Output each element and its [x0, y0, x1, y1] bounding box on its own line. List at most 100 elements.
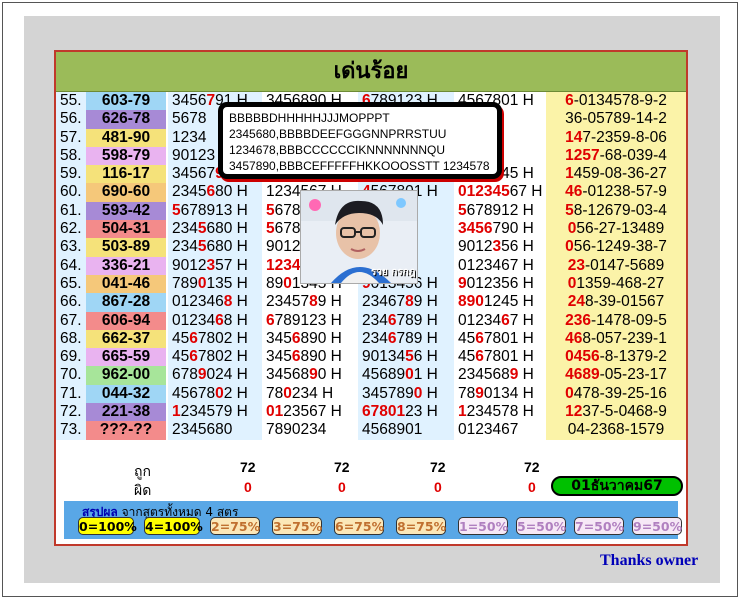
highlight-digits: 6: [475, 329, 484, 347]
digits: -1478-09-5: [591, 311, 667, 329]
summary-panel: สรุปผล จากสูตรทั้งหมด 4 สูตร 0=100% 4=100…: [64, 501, 682, 539]
highlight-digits: 012345: [458, 183, 510, 201]
summary-cell: 4689-05-23-17: [546, 366, 686, 385]
highlight-digits: 12: [266, 256, 284, 274]
highlight-digits: 8: [582, 366, 592, 384]
formula-cell-f3: 2346789 H: [358, 329, 456, 349]
highlight-digits: 3: [206, 256, 216, 274]
formula-cell-f4: 4567801 H: [454, 329, 552, 349]
digits: 2345: [172, 183, 207, 201]
result-number: 503-89: [86, 238, 166, 257]
highlight-digits: 890: [458, 293, 484, 311]
highlight-digits: 12: [565, 146, 583, 164]
formula-cell-f1: 0123468 H: [168, 293, 264, 312]
formula-cell-f1: 4567802 H: [168, 329, 264, 349]
row-number: 62.: [56, 220, 90, 239]
highlight-digits: 5: [565, 201, 574, 219]
result-number: ???-??: [86, 421, 166, 440]
highlight-digits: 6: [206, 183, 216, 201]
digits: 234: [362, 329, 388, 347]
summary-cell: 248-39-01567: [546, 293, 686, 312]
highlight-digits: 6: [189, 348, 198, 366]
row-number: 57.: [56, 128, 90, 147]
highlight-digits: 6: [189, 329, 198, 347]
digits: 0123467: [458, 421, 519, 439]
summary-cell: 04-2368-1579: [546, 421, 686, 440]
digits: 678: [172, 366, 198, 384]
score-area: ถูก ผิด 72 72 72 72 0 0 0 0 01ธันวาคม67: [56, 459, 686, 499]
highlight-digits: 0: [197, 274, 207, 292]
highlight-digits: 5: [172, 201, 181, 219]
highlight-digits: 6: [582, 311, 592, 329]
digits: 9012: [172, 256, 207, 274]
digits: 0134 H: [483, 384, 534, 402]
summary-cell: 1237-5-0468-9: [546, 403, 686, 422]
highlight-digits: 6: [291, 329, 301, 347]
highlight-digits: 23: [565, 311, 583, 329]
highlight-digits: 1: [565, 128, 574, 146]
highlight-digits: 9: [309, 366, 318, 384]
digits: 234: [362, 311, 388, 329]
digits: 7890234: [266, 421, 327, 439]
digits: 7802 H: [197, 329, 248, 347]
row-number: 64.: [56, 256, 90, 275]
digits: 680 H: [206, 238, 248, 256]
formula-cell-f1: 4567802 H: [168, 384, 264, 404]
digits: 45: [458, 329, 476, 347]
miss-count-4: 0: [528, 479, 536, 495]
table-row: 70. 962-00 6789024 H 3456890 H 4568901 H 2345…: [56, 366, 686, 385]
digits: 345: [266, 348, 292, 366]
date-badge: 01ธันวาคม67: [551, 476, 683, 496]
highlight-digits: 1: [458, 403, 467, 421]
highlight-digits: 8: [405, 293, 414, 311]
digits: 34567: [172, 165, 216, 183]
row-number: 55.: [56, 92, 90, 111]
formula-cell-f1: 7890135 H: [168, 274, 264, 294]
formula-cell-f1: 6789024 H: [168, 366, 264, 385]
highlight-digits: 6: [387, 329, 397, 347]
formula-cell-f1: 5678913 H: [168, 201, 264, 221]
miss-count-3: 0: [434, 479, 442, 495]
digits: 34568: [266, 366, 310, 384]
hit-count-4: 72: [524, 459, 540, 475]
popup-line: 3457890,BBBCEFFFFFHKKOOOSSTT 1234578: [229, 159, 490, 173]
result-number: 221-38: [86, 403, 166, 422]
highlight-digits: 6: [475, 348, 484, 366]
summary-chip: 5=50%: [516, 517, 567, 535]
result-number: 044-32: [86, 384, 166, 404]
summary-cell: 6-0134578-9-2: [546, 92, 686, 111]
digits: 01234: [172, 311, 216, 329]
summary-chip: 9=50%: [632, 517, 683, 535]
board-title: เด่นร้อย: [56, 52, 686, 92]
digits: 2 H: [223, 384, 248, 402]
formula-cell-f4: 8901245 H: [454, 293, 552, 312]
digits: H: [518, 366, 534, 384]
digits: 45: [172, 329, 190, 347]
row-number: 67.: [56, 311, 90, 330]
summary-cell: 056-1249-38-7: [546, 238, 686, 257]
formula-cell-f1: 2345680 H: [168, 238, 264, 257]
digits: 234: [172, 238, 198, 256]
highlight-digits: 9: [458, 274, 467, 292]
digits: 789: [172, 274, 198, 292]
summary-chip: 0=100%: [78, 517, 137, 535]
formula-cell-f4: 5678912 H: [454, 201, 552, 221]
highlight-digits: 5: [197, 238, 207, 256]
table-row: 71. 044-32 4567802 H 780234 H 3457890 H 78901…: [56, 384, 686, 404]
summary-cell: 46-01238-57-9: [546, 183, 686, 202]
formula-cell-f1: 2345680: [168, 421, 264, 440]
digits: 56-1249-38-7: [573, 238, 667, 256]
summary-chip: 2=75%: [210, 517, 261, 535]
digits: 9012: [266, 238, 301, 256]
popup-line: 2345680,BBBBDEEFGGGNNPRRSTUU: [229, 127, 447, 141]
digits: 80 H: [215, 183, 248, 201]
highlight-digits: 9: [591, 366, 600, 384]
digits: H: [232, 293, 248, 311]
formula-cell-f3: 6780123 H: [358, 403, 456, 422]
formula-cell-f4: 9012356 H: [454, 274, 552, 294]
highlight-digits: 5: [405, 348, 414, 366]
hit-count-3: 72: [430, 459, 446, 475]
highlight-digits: 6: [591, 348, 600, 366]
digits: 6: [197, 92, 207, 109]
summary-cell: 0456-8-1379-2: [546, 348, 686, 367]
